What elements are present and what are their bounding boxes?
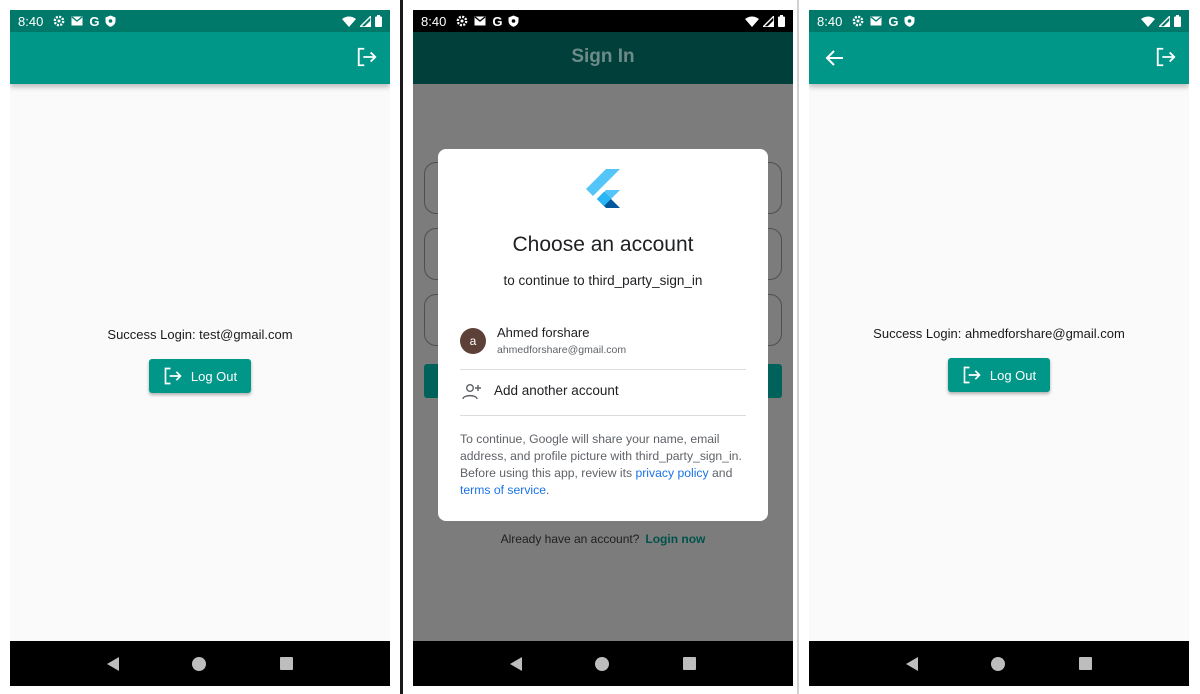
signal-icon	[360, 15, 371, 27]
nav-recents-icon[interactable]	[280, 657, 294, 670]
navigation-bar	[413, 641, 793, 686]
choose-account-dialog: Choose an account to continue to third_p…	[438, 149, 768, 521]
and-text: and	[712, 466, 733, 480]
screen-divider	[797, 0, 799, 694]
success-login-text: Success Login: ahmedforshare@gmail.com	[873, 326, 1125, 341]
nav-home-icon[interactable]	[991, 656, 1006, 671]
settings-icon	[53, 15, 65, 27]
wifi-icon	[342, 16, 356, 27]
wifi-icon	[1141, 16, 1155, 27]
disclaimer-text: To continue, Google will share your name…	[460, 431, 750, 499]
nav-recents-icon[interactable]	[683, 657, 697, 670]
screen-divider	[400, 0, 403, 694]
nav-back-icon[interactable]	[905, 656, 918, 671]
phone-screen-3: 8:40 G Success Login: ahmedforshare@gmai…	[809, 10, 1189, 686]
nav-back-icon[interactable]	[106, 656, 119, 671]
status-bar: 8:40 G	[10, 10, 390, 32]
logout-button-label: Log Out	[190, 368, 238, 384]
already-account-text: Already have an account?	[500, 532, 640, 546]
account-row[interactable]: a Ahmed forshare ahmedforshare@gmail.com	[460, 325, 746, 369]
status-time: 8:40	[817, 13, 843, 29]
nav-back-icon[interactable]	[509, 656, 522, 671]
divider	[460, 415, 746, 416]
shield-icon	[904, 15, 915, 27]
flutter-logo-icon	[586, 169, 620, 208]
mail-icon	[474, 16, 486, 26]
account-name: Ahmed forshare	[497, 325, 590, 340]
add-account-label: Add another account	[494, 383, 619, 398]
logout-button-label: Log Out	[989, 367, 1037, 383]
avatar: a	[460, 328, 486, 354]
logout-icon[interactable]	[1155, 46, 1177, 68]
battery-icon	[375, 15, 382, 27]
battery-icon	[778, 15, 785, 27]
status-time: 8:40	[421, 13, 447, 29]
shield-icon	[508, 15, 519, 27]
nav-recents-icon[interactable]	[1079, 657, 1093, 670]
phone-screen-2: 8:40 G Sign In Already have an account? L…	[413, 10, 793, 686]
logout-button[interactable]: Log Out	[948, 358, 1050, 392]
status-time: 8:40	[18, 13, 44, 29]
phone-screen-1: 8:40 G Success Login: test@gmail.com Log…	[10, 10, 390, 686]
nav-home-icon[interactable]	[192, 656, 207, 671]
status-bar: 8:40 G	[809, 10, 1189, 32]
app-bar	[10, 32, 390, 84]
add-person-icon	[462, 384, 481, 400]
google-g-icon: G	[492, 13, 503, 29]
back-arrow-icon[interactable]	[825, 48, 845, 68]
logout-icon	[164, 367, 182, 385]
mail-icon	[71, 16, 83, 26]
page-title: Sign In	[571, 46, 635, 67]
signal-icon	[763, 15, 774, 27]
already-account-row: Already have an account? Login now	[413, 532, 793, 546]
signal-icon	[1159, 15, 1170, 27]
terms-of-service-link[interactable]: terms of service	[460, 483, 546, 497]
settings-icon	[852, 15, 864, 27]
wifi-icon	[745, 16, 759, 27]
nav-home-icon[interactable]	[595, 656, 610, 671]
dialog-title: Choose an account	[512, 233, 694, 256]
shield-icon	[105, 15, 116, 27]
settings-icon	[456, 15, 468, 27]
login-now-link[interactable]: Login now	[645, 532, 705, 546]
logout-button[interactable]: Log Out	[149, 359, 251, 393]
battery-icon	[1174, 15, 1181, 27]
app-bar	[809, 32, 1189, 84]
navigation-bar	[10, 641, 390, 686]
logout-icon[interactable]	[356, 46, 378, 68]
logout-icon	[963, 366, 981, 384]
success-login-text: Success Login: test@gmail.com	[107, 327, 293, 342]
status-bar: 8:40 G	[413, 10, 793, 32]
add-account-row[interactable]: Add another account	[460, 381, 746, 403]
google-g-icon: G	[888, 13, 899, 29]
dialog-subtitle: to continue to third_party_sign_in	[503, 273, 703, 288]
navigation-bar	[809, 641, 1189, 686]
mail-icon	[870, 16, 882, 26]
google-g-icon: G	[89, 13, 100, 29]
period-text: .	[546, 483, 550, 497]
account-email: ahmedforshare@gmail.com	[497, 344, 627, 356]
divider	[460, 369, 746, 370]
privacy-policy-link[interactable]: privacy policy	[635, 466, 708, 480]
app-bar: Sign In	[413, 32, 793, 84]
